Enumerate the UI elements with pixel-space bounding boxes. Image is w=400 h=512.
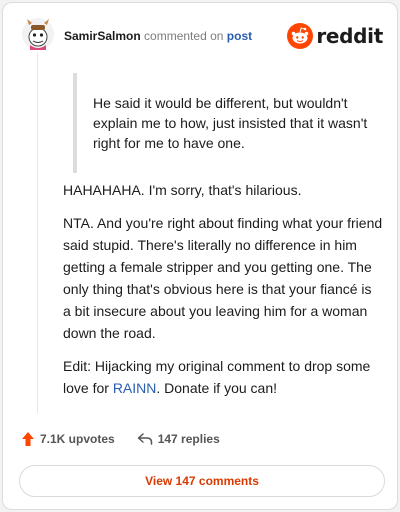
replies-count: 147 replies bbox=[157, 432, 220, 446]
username-link[interactable]: SamirSalmon bbox=[64, 29, 141, 43]
upvotes-count: 7.1K upvotes bbox=[40, 432, 115, 446]
quoted-text: He said it would be different, but would… bbox=[73, 73, 373, 173]
comment-meta: SamirSalmon commented on post bbox=[64, 29, 252, 43]
comment-edit-paragraph: Edit: Hijacking my original comment to d… bbox=[63, 355, 383, 399]
comment-paragraph-1: HAHAHAHA. I'm sorry, that's hilarious. bbox=[63, 182, 302, 198]
comment-header: SamirSalmon commented on post reddit bbox=[3, 3, 397, 67]
comment-stats: 7.1K upvotes 147 replies bbox=[21, 431, 220, 447]
thread-line bbox=[37, 53, 38, 413]
post-link[interactable]: post bbox=[227, 29, 252, 43]
reddit-snoo-icon bbox=[287, 23, 314, 49]
view-comments-button[interactable]: View 147 comments bbox=[19, 465, 385, 497]
upvote-arrow-icon bbox=[22, 432, 34, 446]
comment-body: HAHAHAHA. I'm sorry, that's hilarious. N… bbox=[63, 179, 383, 410]
reddit-wordmark: reddit bbox=[316, 24, 383, 48]
comment-paragraph-2: NTA. And you're right about finding what… bbox=[63, 215, 383, 341]
action-text: commented on bbox=[144, 29, 224, 43]
comment-card: SamirSalmon commented on post reddit He … bbox=[2, 2, 398, 510]
upvotes-stat[interactable]: 7.1K upvotes bbox=[21, 431, 115, 447]
user-avatar[interactable] bbox=[21, 17, 55, 51]
edit-suffix: . Donate if you can! bbox=[156, 380, 278, 396]
replies-stat[interactable]: 147 replies bbox=[137, 432, 220, 446]
reddit-logo[interactable]: reddit bbox=[287, 23, 383, 49]
rainn-link[interactable]: RAINN bbox=[113, 380, 157, 396]
reply-arrow-icon bbox=[137, 433, 152, 445]
